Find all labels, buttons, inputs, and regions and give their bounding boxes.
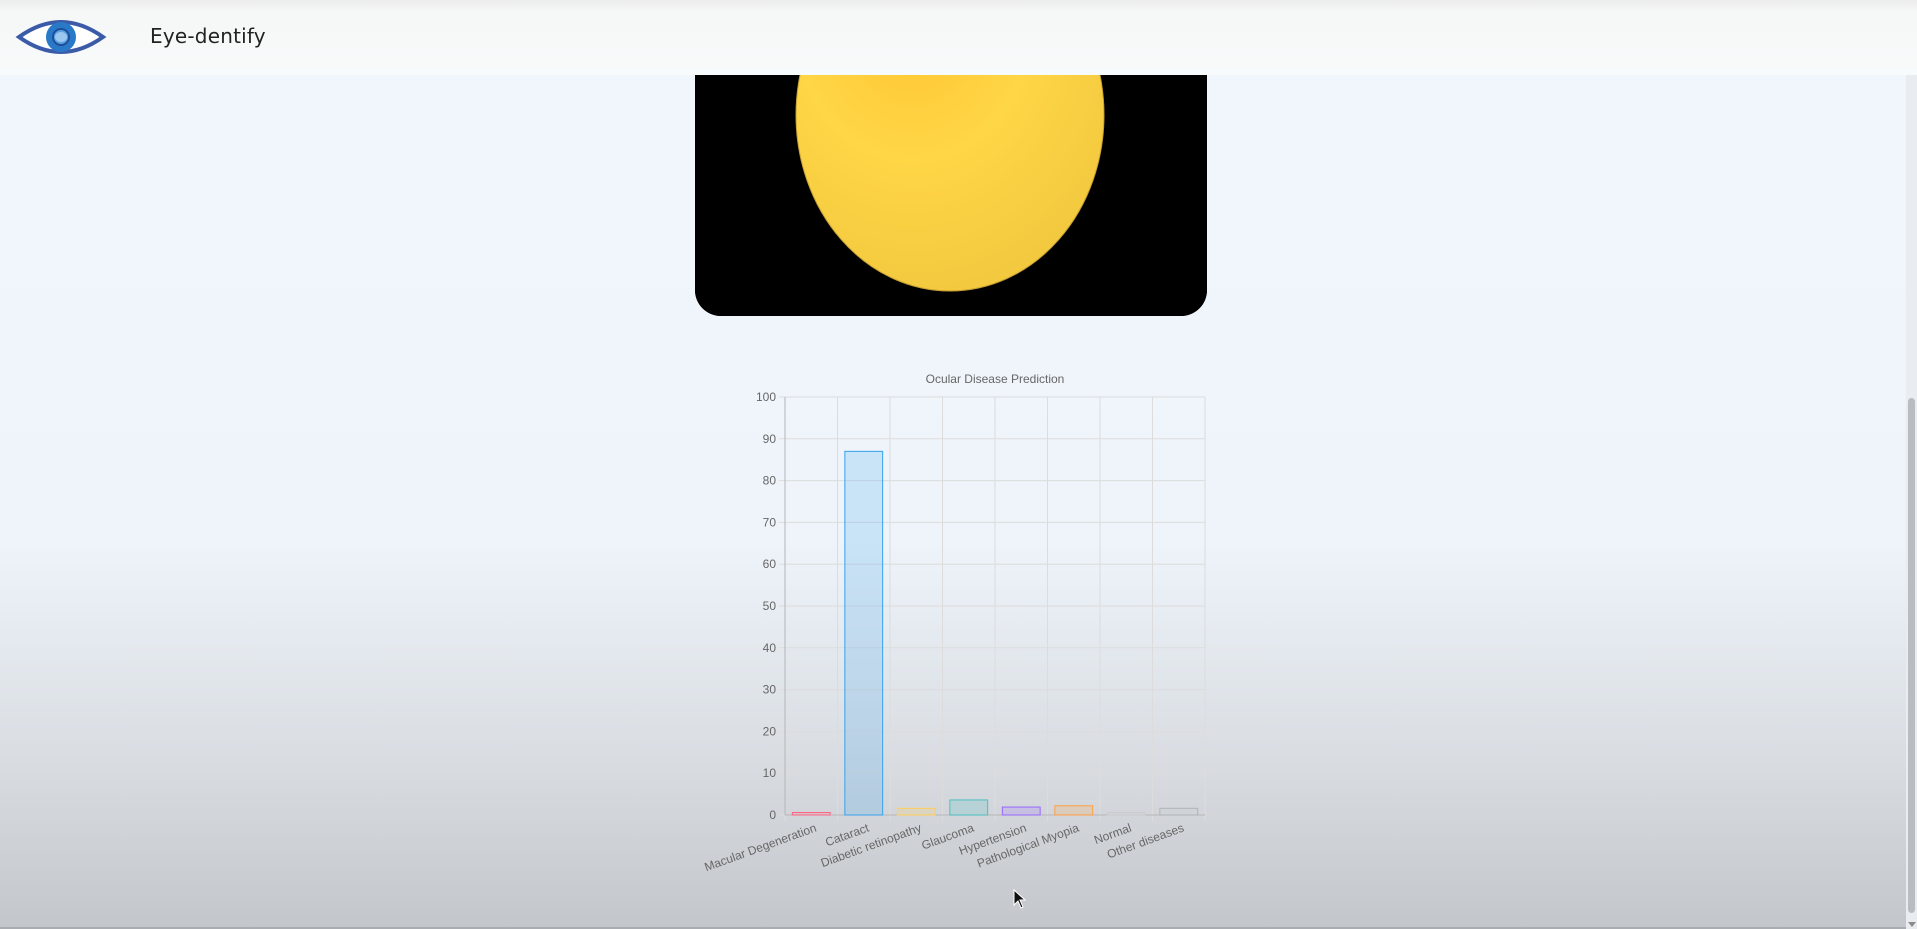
bar-cataract	[844, 450, 884, 816]
y-tick-label: 80	[763, 474, 777, 488]
scrollbar-thumb[interactable]	[1908, 398, 1915, 913]
chart-title: Ocular Disease Prediction	[926, 372, 1065, 386]
bar-glaucoma	[949, 799, 989, 816]
bar-normal	[1106, 811, 1146, 816]
eye-icon[interactable]	[15, 15, 107, 59]
bar-other-diseases	[1159, 807, 1199, 816]
ocular-disease-chart: Ocular Disease Prediction 0 10 20 30 40 50 60 70…	[690, 365, 1230, 885]
y-tick-label: 20	[763, 724, 777, 738]
y-tick-label: 10	[763, 766, 777, 780]
bar-pathological-myopia	[1054, 805, 1094, 816]
y-tick-label: 30	[763, 683, 777, 697]
bar-hypertension	[1001, 806, 1041, 816]
top-navbar: Eye-dentify	[0, 0, 1917, 75]
y-tick-label: 40	[763, 641, 777, 655]
x-tick-label: Macular Degeneration	[703, 821, 819, 875]
mouse-cursor-icon	[1013, 888, 1027, 909]
bar-diabetic-retinopathy	[896, 807, 936, 816]
y-tick-label: 0	[769, 808, 776, 822]
bar-macular-degeneration	[791, 811, 831, 816]
y-tick-label: 100	[756, 390, 776, 404]
brand-name[interactable]: Eye-dentify	[150, 24, 266, 48]
vertical-scrollbar[interactable]	[1906, 0, 1917, 929]
y-tick-label: 50	[763, 599, 777, 613]
y-tick-label: 60	[763, 557, 777, 571]
y-tick-label: 90	[763, 432, 777, 446]
scroll-down-icon[interactable]	[1908, 922, 1916, 927]
y-tick-label: 70	[763, 515, 777, 529]
